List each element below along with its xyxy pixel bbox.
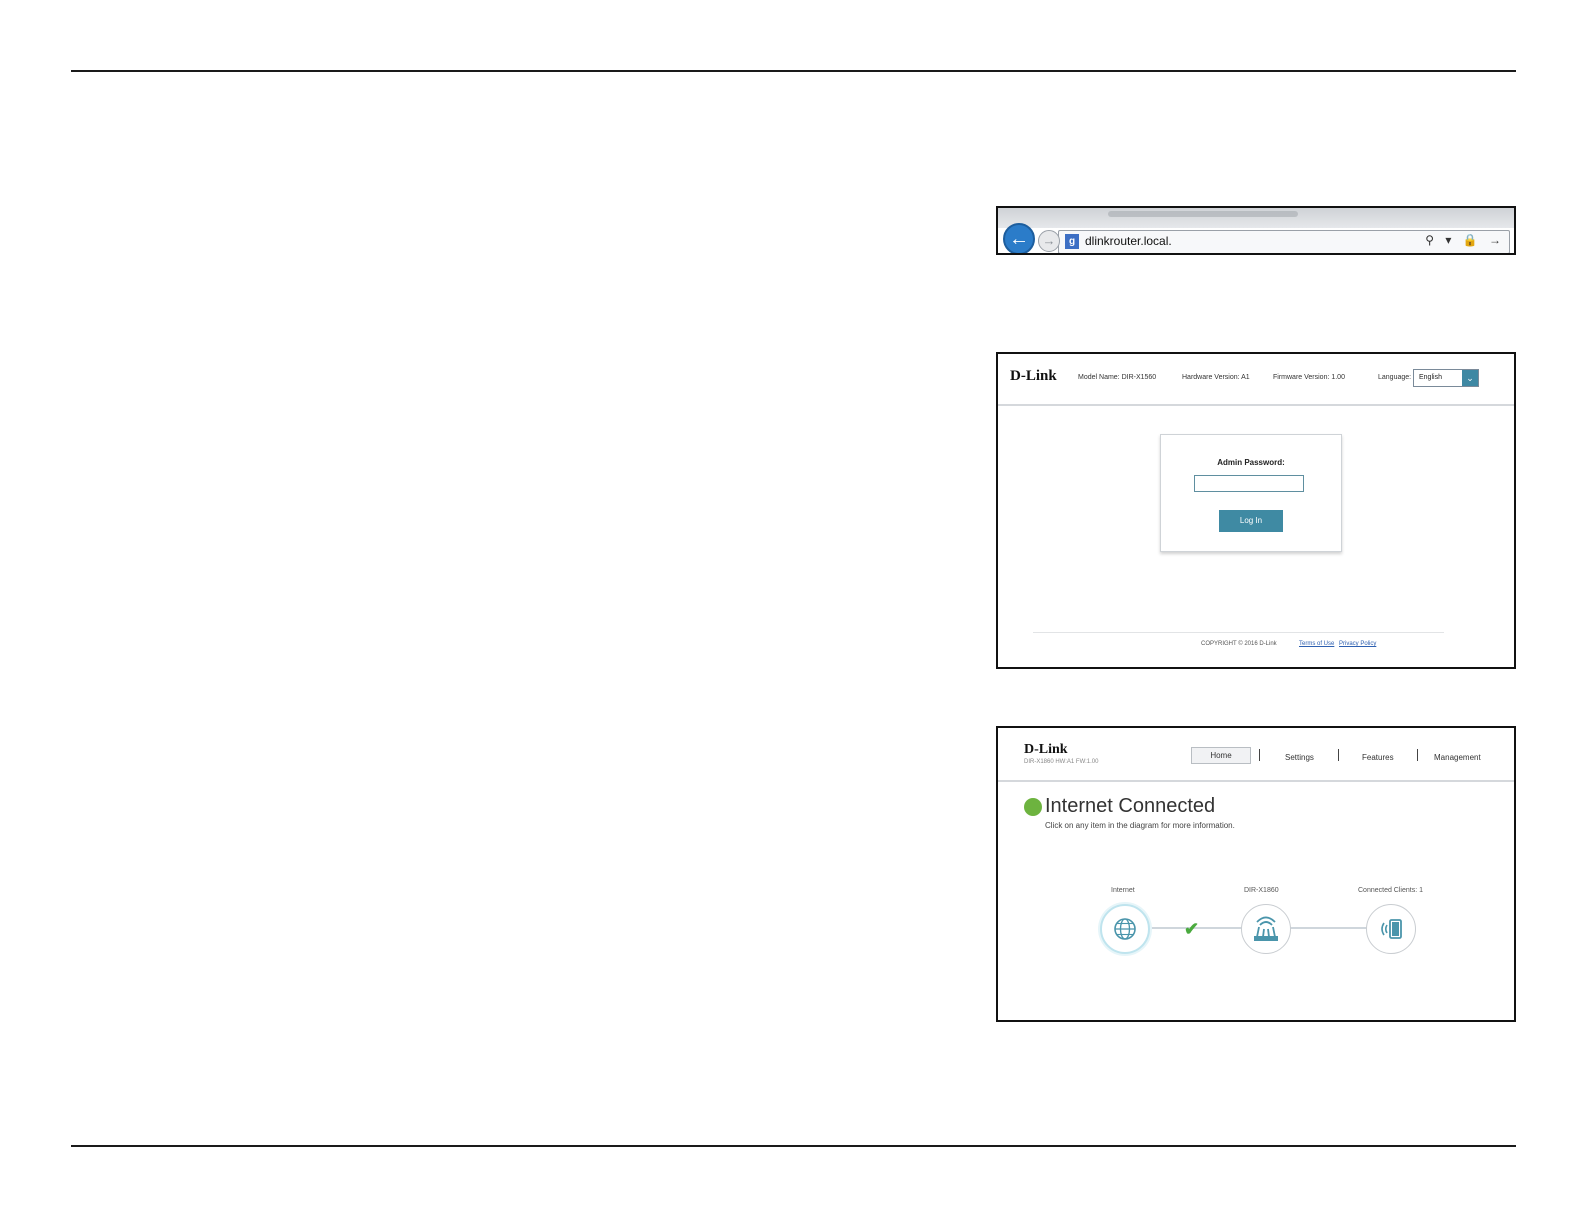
status-title: Internet Connected [1045, 795, 1216, 817]
status-description: Click on any item in the diagram for mor… [1045, 821, 1235, 830]
admin-password-input[interactable] [1194, 475, 1304, 492]
forward-arrow-icon[interactable]: → [1038, 230, 1060, 252]
admin-password-label: Admin Password: [1217, 458, 1285, 467]
language-label: Language: [1378, 374, 1412, 381]
login-button[interactable]: Log In [1219, 510, 1283, 532]
top-rule [71, 70, 1516, 72]
hardware-version: Hardware Version: A1 [1182, 374, 1250, 381]
url-text[interactable]: dlinkrouter.local. [1085, 234, 1172, 248]
connected-clients-node[interactable] [1366, 904, 1416, 954]
nav-settings[interactable]: Settings [1285, 753, 1314, 762]
footer-divider [1033, 632, 1444, 633]
login-box: Admin Password: Log In [1160, 434, 1342, 552]
home-page-figure: D-Link DIR-X1860 HW:A1 FW:1.00 Home Sett… [996, 726, 1516, 1022]
browser-address-bar-figure: g dlinkrouter.local. ⚲ ▾ 🔒 → ← → [996, 206, 1516, 255]
checkmark-icon: ✔ [1184, 919, 1200, 939]
login-header: D-Link Model Name: DIR-X1560 Hardware Ve… [998, 354, 1514, 406]
router-icon [1254, 916, 1278, 941]
model-name: Model Name: DIR-X1560 [1078, 374, 1157, 381]
back-arrow-icon[interactable]: ← [1003, 223, 1035, 253]
language-select[interactable]: English ⌄ [1413, 369, 1479, 387]
status-dot [1024, 798, 1042, 816]
address-bar[interactable]: g dlinkrouter.local. ⚲ ▾ 🔒 → [1058, 230, 1510, 253]
nav-home[interactable]: Home [1191, 747, 1251, 764]
browser-title-band [998, 208, 1514, 228]
device-subtitle: DIR-X1860 HW:A1 FW:1.00 [1024, 759, 1099, 765]
search-provider-icon: g [1065, 234, 1079, 249]
dlink-logo: D-Link [1024, 742, 1068, 757]
copyright-text: COPYRIGHT © 2016 D-Link [1201, 641, 1277, 647]
address-bar-tools-icons[interactable]: ⚲ ▾ 🔒 → [1425, 233, 1505, 247]
nav-features[interactable]: Features [1362, 753, 1394, 762]
nav-separator [1259, 749, 1260, 761]
router-label: DIR-X1860 [1244, 887, 1279, 894]
connected-clients-label: Connected Clients: 1 [1358, 887, 1423, 894]
mobile-device-icon [1381, 919, 1402, 939]
language-value: English [1419, 374, 1442, 381]
globe-icon [1114, 918, 1136, 940]
nav-separator [1417, 749, 1418, 761]
nav-management[interactable]: Management [1434, 753, 1481, 762]
login-page-figure: D-Link Model Name: DIR-X1560 Hardware Ve… [996, 352, 1516, 669]
internet-node[interactable] [1100, 904, 1150, 954]
router-clients-link [1289, 927, 1368, 929]
privacy-policy-link[interactable]: Privacy Policy [1339, 641, 1376, 647]
firmware-version: Firmware Version: 1.00 [1273, 374, 1345, 381]
router-node[interactable] [1241, 904, 1291, 954]
terms-of-use-link[interactable]: Terms of Use [1299, 641, 1334, 647]
bottom-rule [71, 1145, 1516, 1147]
home-header: D-Link DIR-X1860 HW:A1 FW:1.00 Home Sett… [998, 728, 1514, 782]
chevron-down-icon[interactable]: ⌄ [1462, 370, 1478, 386]
nav-separator [1338, 749, 1339, 761]
internet-label: Internet [1111, 887, 1135, 894]
dlink-logo: D-Link [1010, 368, 1057, 384]
